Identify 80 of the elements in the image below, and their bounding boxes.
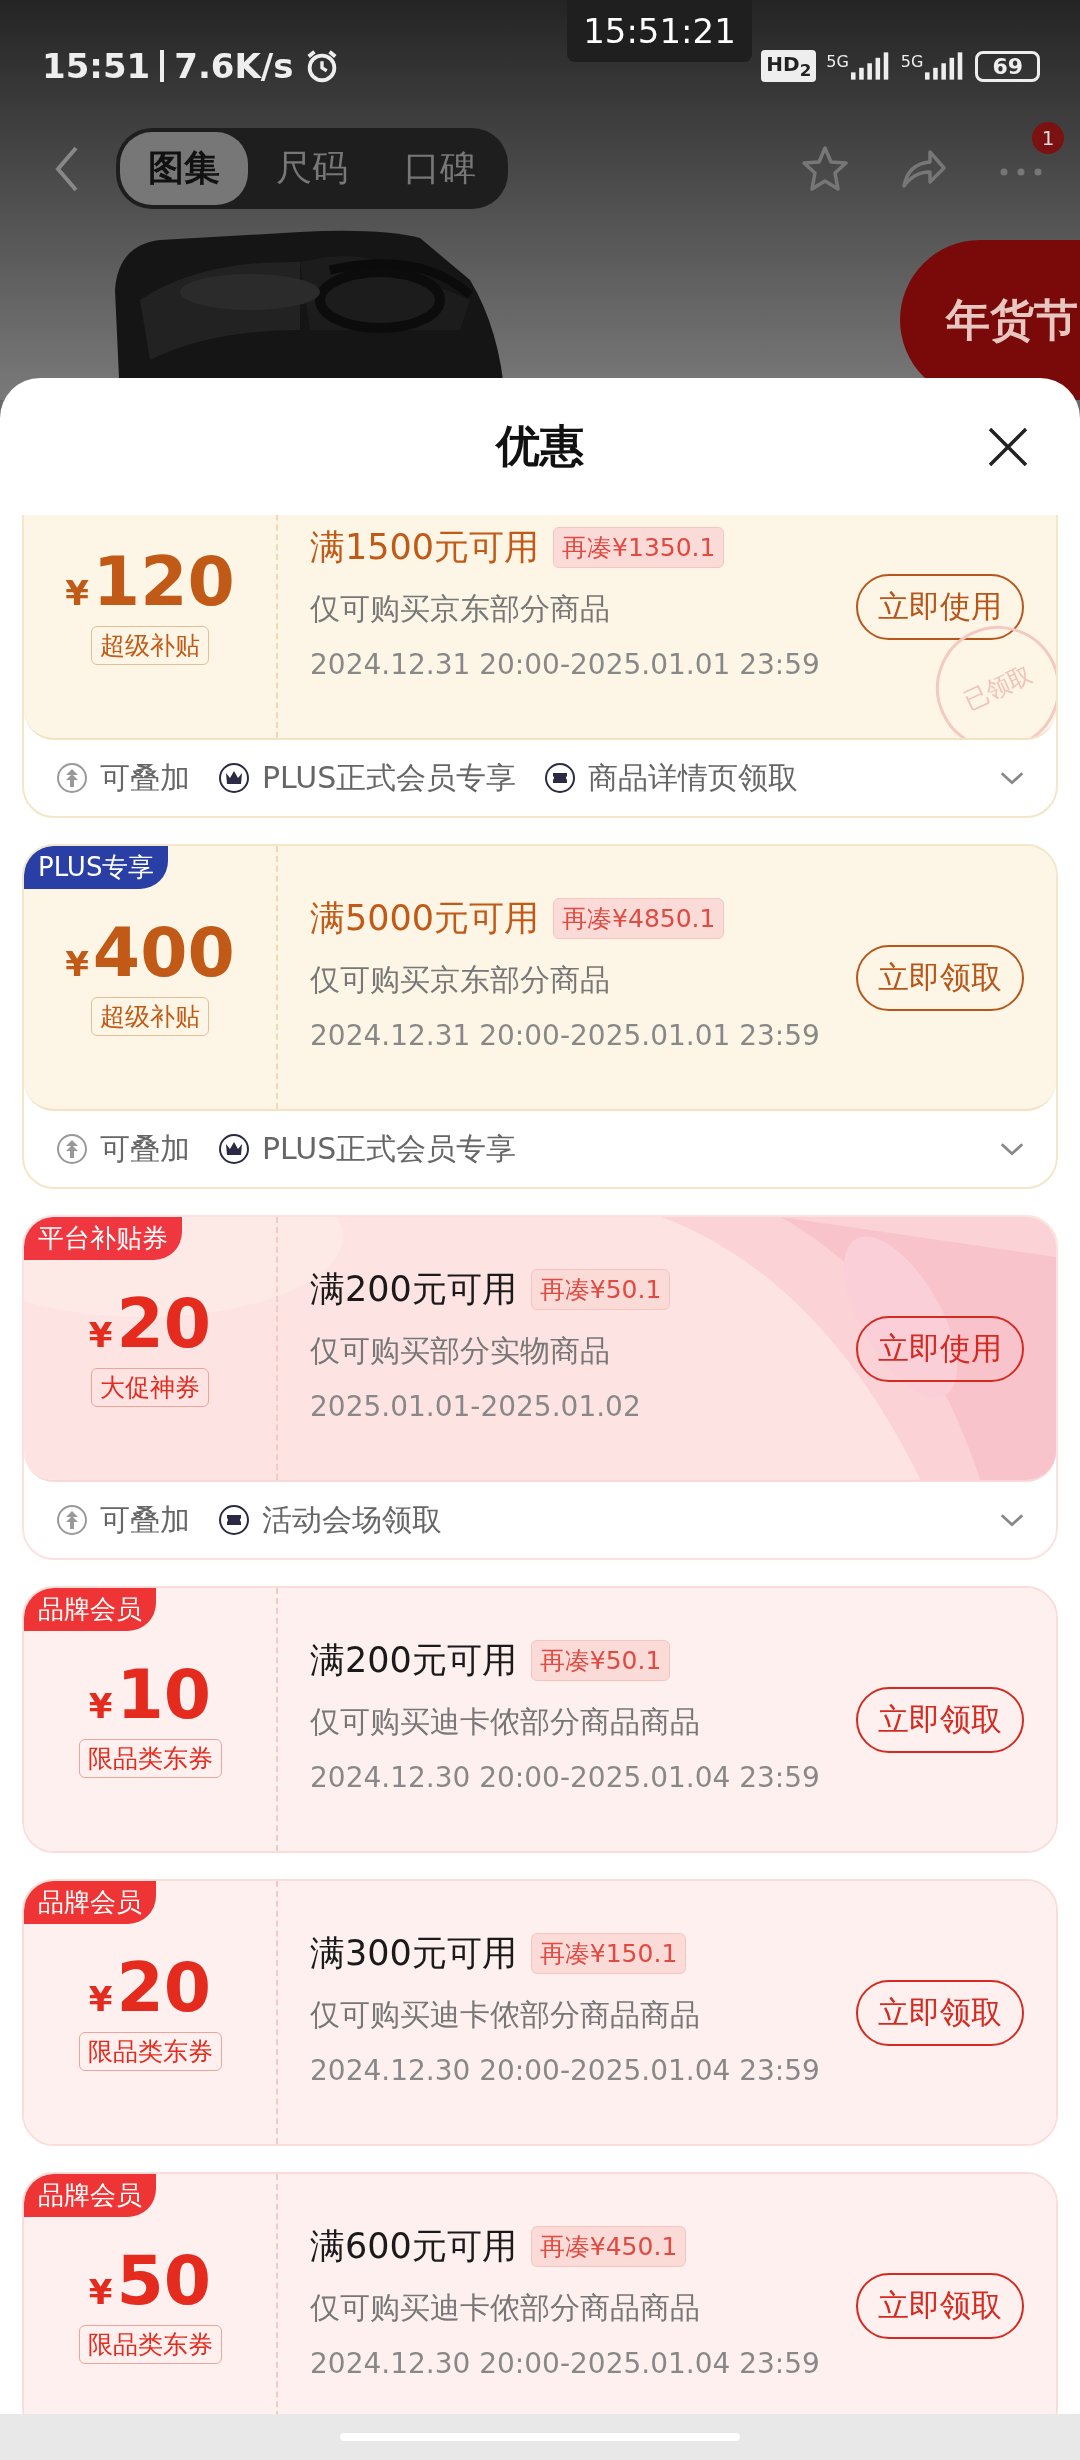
coupon-amount: 50 [116, 2247, 212, 2315]
coupon-amount: 20 [116, 1954, 212, 2022]
gap-amount-tag: 再凑¥150.1 [530, 1933, 687, 1974]
stack-icon [56, 762, 88, 794]
coupon-scope: 仅可购买迪卡侬部分商品商品 [310, 1996, 701, 2034]
currency-sign: ¥ [88, 1315, 113, 1355]
corner-tag: 品牌会员 [24, 1588, 156, 1631]
coupon-action-button[interactable]: 立即领取 [856, 944, 1024, 1011]
currency-sign: ¥ [88, 1979, 113, 2019]
coupon-amount: 400 [92, 919, 235, 987]
coupon-validity: 2024.12.31 20:00-2025.01.01 23:59 [310, 648, 821, 681]
tab[interactable]: 图集 [120, 132, 248, 205]
coupon-action-button[interactable]: 立即领取 [856, 1979, 1024, 2046]
coupon-validity: 2024.12.31 20:00-2025.01.01 23:59 [310, 1019, 821, 1052]
currency-sign: ¥ [65, 573, 89, 613]
coupon-action-button[interactable]: 立即领取 [856, 1686, 1024, 1753]
feature-label: PLUS正式会员专享 [262, 1129, 517, 1168]
gap-amount-tag: 再凑¥450.1 [530, 2226, 687, 2267]
coupon-threshold: 满200元可用 [310, 1268, 517, 1311]
coupon-type-tag: 超级补贴 [91, 626, 209, 665]
crown-icon [218, 1133, 250, 1165]
coupon-scope: 仅可购买部分实物商品 [310, 1332, 611, 1370]
coupon-type-tag: 大促神券 [91, 1368, 209, 1407]
stack-icon [56, 1504, 88, 1536]
coupon-type-tag: 限品类东券 [78, 2325, 222, 2364]
coupon-type-tag: 超级补贴 [91, 997, 209, 1036]
tab[interactable]: 口碑 [376, 132, 504, 205]
coupon-threshold: 满1500元可用 [310, 526, 540, 569]
corner-tag: 平台补贴券 [24, 1217, 182, 1260]
corner-tag: 品牌会员 [24, 1881, 156, 1924]
feature-label: 活动会场领取 [262, 1500, 442, 1539]
crown-icon [218, 762, 250, 794]
feature-label: 商品详情页领取 [588, 758, 799, 797]
coupon-amount: 120 [92, 548, 235, 616]
coupon-threshold: 满600元可用 [310, 2225, 517, 2268]
feature-label: 可叠加 [100, 1500, 190, 1539]
feature-label: PLUS正式会员专享 [262, 758, 517, 797]
currency-sign: ¥ [88, 1686, 113, 1726]
currency-sign: ¥ [65, 944, 89, 984]
gap-amount-tag: 再凑¥1350.1 [553, 527, 725, 568]
star-icon[interactable] [800, 143, 850, 194]
coupon-validity: 2024.12.30 20:00-2025.01.04 23:59 [310, 2054, 821, 2087]
tab[interactable]: 尺码 [248, 132, 376, 205]
coupon-type-tag: 限品类东券 [78, 2032, 222, 2071]
coupon-action-button[interactable]: 立即领取 [856, 2272, 1024, 2339]
corner-tag: PLUS专享 [24, 846, 169, 889]
coupon-scope: 仅可购买迪卡侬部分商品商品 [310, 2289, 701, 2327]
network-type: 5G [900, 52, 924, 71]
coupon-action-button[interactable]: 立即使用 [856, 1315, 1024, 1382]
coupon-scope: 仅可购买京东部分商品 [310, 590, 611, 628]
coupon-threshold: 满300元可用 [310, 1932, 517, 1975]
coupon-validity: 2024.12.30 20:00-2025.01.04 23:59 [310, 1761, 821, 1794]
ticket-icon [544, 762, 577, 794]
ticket-icon [218, 1504, 250, 1536]
feature-label: 可叠加 [100, 1129, 190, 1168]
gap-amount-tag: 再凑¥50.1 [530, 1269, 671, 1310]
coupon-action-button[interactable]: 立即使用 [856, 573, 1024, 640]
coupon-scope: 仅可购买迪卡侬部分商品商品 [310, 1703, 701, 1741]
coupon-amount: 10 [116, 1661, 212, 1729]
clock-overlay: 15:51:21 [567, 0, 752, 62]
status-time: 15:51 [42, 46, 151, 86]
coupon-amount: 20 [116, 1290, 212, 1358]
signal-icon [850, 52, 891, 80]
coupon-type-tag: 限品类东券 [78, 1739, 222, 1778]
gap-amount-tag: 再凑¥4850.1 [553, 898, 725, 939]
feature-label: 可叠加 [100, 758, 190, 797]
hd-indicator: HD$_{2}$ [761, 50, 817, 82]
coupon-validity: 2025.01.01-2025.01.02 [310, 1390, 642, 1423]
corner-tag: 品牌会员 [24, 2174, 156, 2217]
coupon-threshold: 满5000元可用 [310, 897, 540, 940]
gap-amount-tag: 再凑¥50.1 [530, 1640, 671, 1681]
coupon-validity: 2024.12.30 20:00-2025.01.04 23:59 [310, 2347, 821, 2380]
currency-sign: ¥ [88, 2272, 113, 2312]
sheet-title: 优惠 [496, 419, 584, 473]
network-type: 5G [826, 52, 849, 71]
battery-indicator: 69 [975, 50, 1040, 82]
coupon-scope: 仅可购买京东部分商品 [310, 961, 611, 999]
stack-icon [56, 1133, 88, 1165]
network-speed: 7.6K/s [174, 46, 294, 86]
coupon-threshold: 满200元可用 [310, 1639, 517, 1682]
